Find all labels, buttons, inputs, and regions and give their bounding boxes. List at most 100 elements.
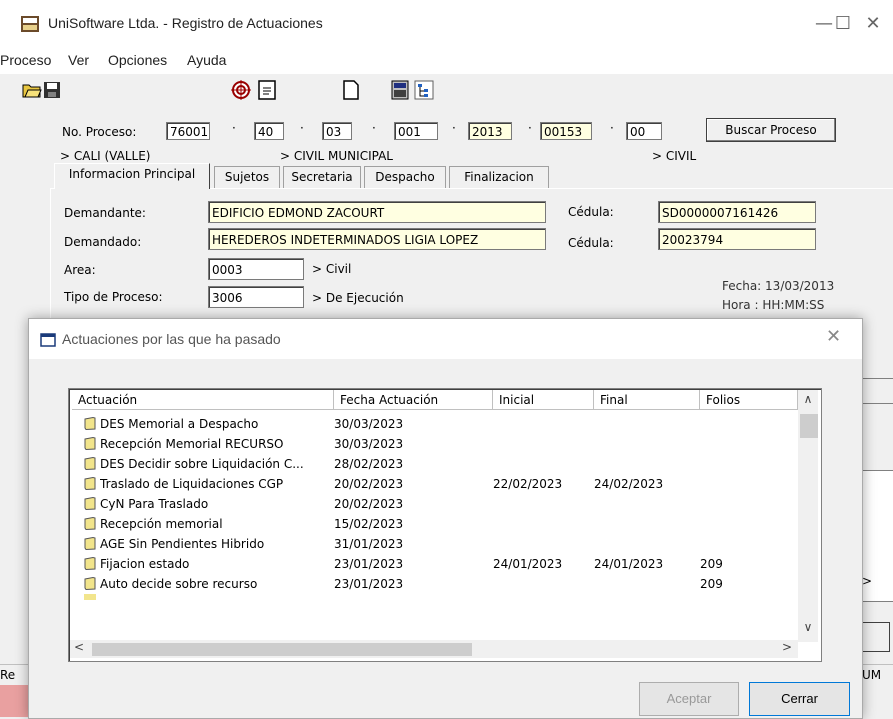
menu-ayuda[interactable]: Ayuda	[187, 52, 226, 68]
document-icon[interactable]	[257, 80, 277, 100]
table-cell: 24/02/2023	[594, 477, 664, 491]
process-segment-6[interactable]: 00153	[540, 122, 592, 140]
table-cell: CyN Para Traslado	[100, 497, 209, 511]
background-edge	[0, 685, 28, 717]
table-cell: DES Decidir sobre Liquidación C...	[100, 457, 304, 471]
folder-icon	[84, 517, 96, 530]
menu-ver[interactable]: Ver	[68, 52, 89, 68]
scroll-up-icon[interactable]: ∧	[800, 392, 816, 410]
table-cell: 22/02/2023	[493, 477, 563, 491]
area-label: Area:	[64, 263, 96, 277]
table-row[interactable]: Traslado de Liquidaciones CGP 20/02/2023 2…	[72, 474, 798, 494]
scroll-thumb-horizontal[interactable]	[92, 643, 472, 656]
folder-icon	[84, 477, 96, 490]
status-right: UM	[862, 668, 882, 682]
folder-icon	[84, 457, 96, 470]
table-cell: 30/03/2023	[334, 437, 404, 451]
process-segment-5[interactable]: 2013	[468, 122, 512, 140]
tipo-proceso-field[interactable]: 3006	[208, 286, 304, 308]
background-button-2	[862, 622, 890, 652]
tab-despacho[interactable]: Despacho	[364, 166, 446, 188]
new-page-icon[interactable]	[341, 80, 361, 100]
table-row[interactable]: DES Decidir sobre Liquidación C... 28/02/…	[72, 454, 798, 474]
demandado-field[interactable]: HEREDEROS INDETERMINADOS LIGIA LOPEZ	[208, 228, 546, 250]
speciality-text: > CIVIL	[652, 149, 697, 163]
scroll-down-icon[interactable]: ∨	[800, 620, 816, 638]
table-cell: Fijacion estado	[100, 557, 190, 571]
separator: ·	[372, 121, 376, 135]
fecha-text: Fecha: 13/03/2013	[722, 279, 835, 293]
background-button	[862, 378, 893, 404]
scroll-right-icon[interactable]: >	[782, 640, 796, 658]
table-cell: 209	[700, 577, 723, 591]
cedula-field-2[interactable]: 20023794	[658, 228, 816, 250]
aceptar-button[interactable]: Aceptar	[639, 682, 739, 716]
tree-icon[interactable]	[414, 80, 434, 100]
cedula-label-1: Cédula:	[568, 205, 614, 219]
table-cell: 23/01/2023	[334, 577, 404, 591]
column-header-fecha[interactable]: Fecha Actuación	[334, 390, 493, 410]
folder-icon	[84, 417, 96, 430]
hora-text: Hora : HH:MM:SS	[722, 298, 825, 312]
scroll-thumb-vertical[interactable]	[800, 414, 818, 438]
demandado-label: Demandado:	[64, 235, 142, 249]
table-cell: 24/01/2023	[594, 557, 664, 571]
process-segment-4[interactable]: 001	[394, 122, 438, 140]
close-window-button[interactable]: ✕	[853, 10, 893, 38]
column-header-final[interactable]: Final	[594, 390, 700, 410]
location-text: > CALI (VALLE)	[60, 149, 151, 163]
dialog-close-button[interactable]: ✕	[826, 326, 841, 347]
tab-informacion-principal[interactable]: Informacion Principal	[54, 163, 210, 189]
column-header-inicial[interactable]: Inicial	[493, 390, 594, 410]
menu-opciones[interactable]: Opciones	[108, 52, 167, 68]
separator: ·	[452, 121, 456, 135]
tab-sujetos[interactable]: Sujetos	[214, 166, 280, 188]
demandante-field[interactable]: EDIFICIO EDMOND ZACOURT	[208, 201, 546, 223]
partial-row	[84, 594, 96, 600]
process-segment-1[interactable]: 76001	[166, 122, 210, 140]
calculator-icon[interactable]	[390, 80, 410, 100]
target-icon[interactable]	[231, 80, 251, 100]
table-row[interactable]: CyN Para Traslado 20/02/2023	[72, 494, 798, 514]
folder-icon	[84, 537, 96, 550]
folder-icon	[84, 497, 96, 510]
scroll-left-icon[interactable]: <	[74, 640, 88, 658]
process-segment-2[interactable]: 40	[254, 122, 284, 140]
area-description: > Civil	[312, 262, 352, 276]
column-header-actuacion[interactable]: Actuación	[72, 390, 334, 410]
table-row[interactable]: Auto decide sobre recurso 23/01/2023 209	[72, 574, 798, 594]
column-header-folios[interactable]: Folios	[700, 390, 798, 410]
save-icon[interactable]	[42, 80, 62, 100]
separator: ·	[610, 121, 614, 135]
process-segment-3[interactable]: 03	[322, 122, 352, 140]
minimize-button-alt[interactable]	[783, 10, 823, 38]
open-folder-icon[interactable]	[22, 80, 42, 100]
table-cell: 28/02/2023	[334, 457, 404, 471]
cedula-field-1[interactable]: SD0000007161426	[658, 201, 816, 223]
folder-icon	[84, 557, 96, 570]
folder-icon	[84, 437, 96, 450]
search-process-button[interactable]: Buscar Proceso	[706, 118, 836, 142]
cerrar-button[interactable]: Cerrar	[749, 682, 850, 716]
folder-icon	[84, 577, 96, 590]
tab-finalizacion[interactable]: Finalizacion	[449, 166, 549, 188]
table-cell: AGE Sin Pendientes Hibrido	[100, 537, 265, 551]
table-row[interactable]: AGE Sin Pendientes Hibrido 31/01/2023	[72, 534, 798, 554]
menu-proceso[interactable]: Proceso	[0, 52, 51, 68]
table-cell: 30/03/2023	[334, 417, 404, 431]
table-row[interactable]: Recepción Memorial RECURSO 30/03/2023	[72, 434, 798, 454]
table-row[interactable]: Fijacion estado 23/01/2023 24/01/2023 24/01…	[72, 554, 798, 574]
table-row[interactable]: DES Memorial a Despacho 30/03/2023	[72, 414, 798, 434]
table-cell: 15/02/2023	[334, 517, 404, 531]
separator: ·	[300, 121, 304, 135]
table-cell: 209	[700, 557, 723, 571]
cedula-label-2: Cédula:	[568, 236, 614, 250]
process-number-label: No. Proceso:	[62, 125, 137, 139]
process-segment-7[interactable]: 00	[626, 122, 662, 140]
tab-secretaria[interactable]: Secretaria	[283, 166, 361, 188]
separator: ·	[528, 121, 532, 135]
separator: ·	[232, 121, 236, 135]
window-title: UniSoftware Ltda. - Registro de Actuacio…	[48, 15, 323, 31]
area-field[interactable]: 0003	[208, 258, 304, 280]
table-row[interactable]: Recepción memorial 15/02/2023	[72, 514, 798, 534]
